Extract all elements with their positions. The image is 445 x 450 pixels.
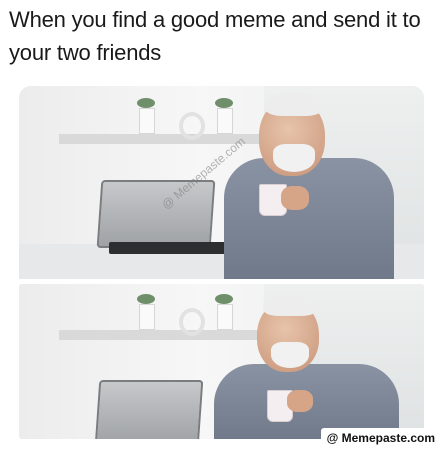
source-credit: @ Memepaste.com bbox=[320, 428, 441, 448]
laptop-screen bbox=[94, 380, 204, 439]
plant-leaves bbox=[215, 294, 233, 304]
plant-pot bbox=[139, 108, 155, 134]
plant-leaves bbox=[137, 98, 155, 108]
plant-leaves bbox=[137, 294, 155, 304]
laptop-screen bbox=[96, 180, 216, 248]
man-beard bbox=[273, 144, 315, 172]
man-shirt bbox=[224, 158, 394, 279]
meme-panel-bottom bbox=[19, 284, 424, 439]
man-hand bbox=[287, 390, 313, 412]
meme-caption: When you find a good meme and send it to… bbox=[9, 7, 421, 65]
man-hair bbox=[263, 294, 317, 316]
plant-leaves bbox=[215, 98, 233, 108]
plant-pot bbox=[217, 304, 233, 330]
decor-ring bbox=[179, 112, 205, 140]
man-beard bbox=[271, 342, 309, 368]
shelf bbox=[59, 330, 279, 340]
decor-ring bbox=[179, 308, 205, 336]
man-hand bbox=[281, 186, 309, 210]
plant-pot bbox=[139, 304, 155, 330]
plant-pot bbox=[217, 108, 233, 134]
meme-panel-top bbox=[19, 86, 424, 279]
man-hair bbox=[265, 92, 323, 116]
